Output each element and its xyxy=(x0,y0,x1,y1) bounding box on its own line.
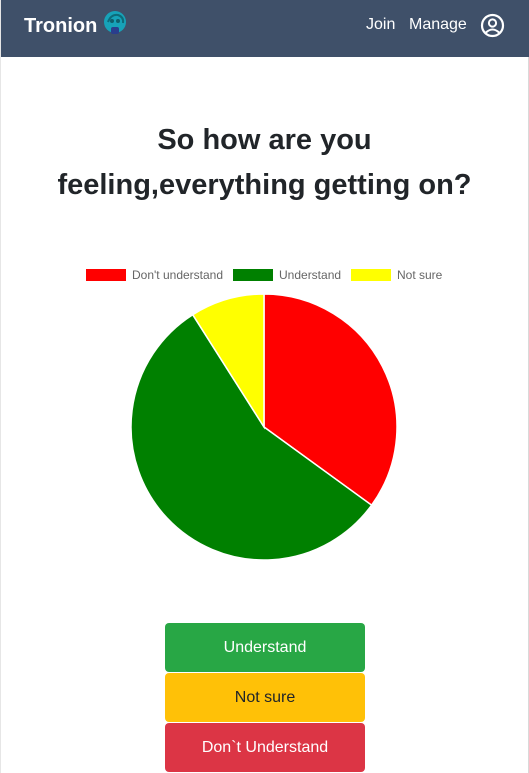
understand-button[interactable]: Understand xyxy=(165,623,365,672)
legend-label-0[interactable]: Don't understand xyxy=(132,268,223,282)
legend-swatch-1[interactable] xyxy=(233,269,273,281)
legend-label-1[interactable]: Understand xyxy=(279,268,341,282)
dont-understand-button[interactable]: Don`t Understand xyxy=(165,723,365,772)
page-title: So how are you feeling,everything gettin… xyxy=(57,124,472,201)
brand-name[interactable]: Tronion xyxy=(24,14,97,38)
legend-swatch-2[interactable] xyxy=(351,269,391,281)
nav-join-link[interactable]: Join xyxy=(366,15,395,35)
brain-logo-icon xyxy=(104,11,127,34)
feedback-pie-chart: Don't understand Understand Not sure xyxy=(86,268,443,561)
navbar: Tronion Join Manage xyxy=(1,0,529,57)
legend-swatch-0[interactable] xyxy=(86,269,126,281)
not-sure-button[interactable]: Not sure xyxy=(165,673,365,722)
legend-label-2[interactable]: Not sure xyxy=(397,268,443,282)
user-circle-icon[interactable] xyxy=(480,13,505,38)
brand[interactable]: Tronion xyxy=(24,11,128,38)
nav-manage-link[interactable]: Manage xyxy=(409,15,467,35)
